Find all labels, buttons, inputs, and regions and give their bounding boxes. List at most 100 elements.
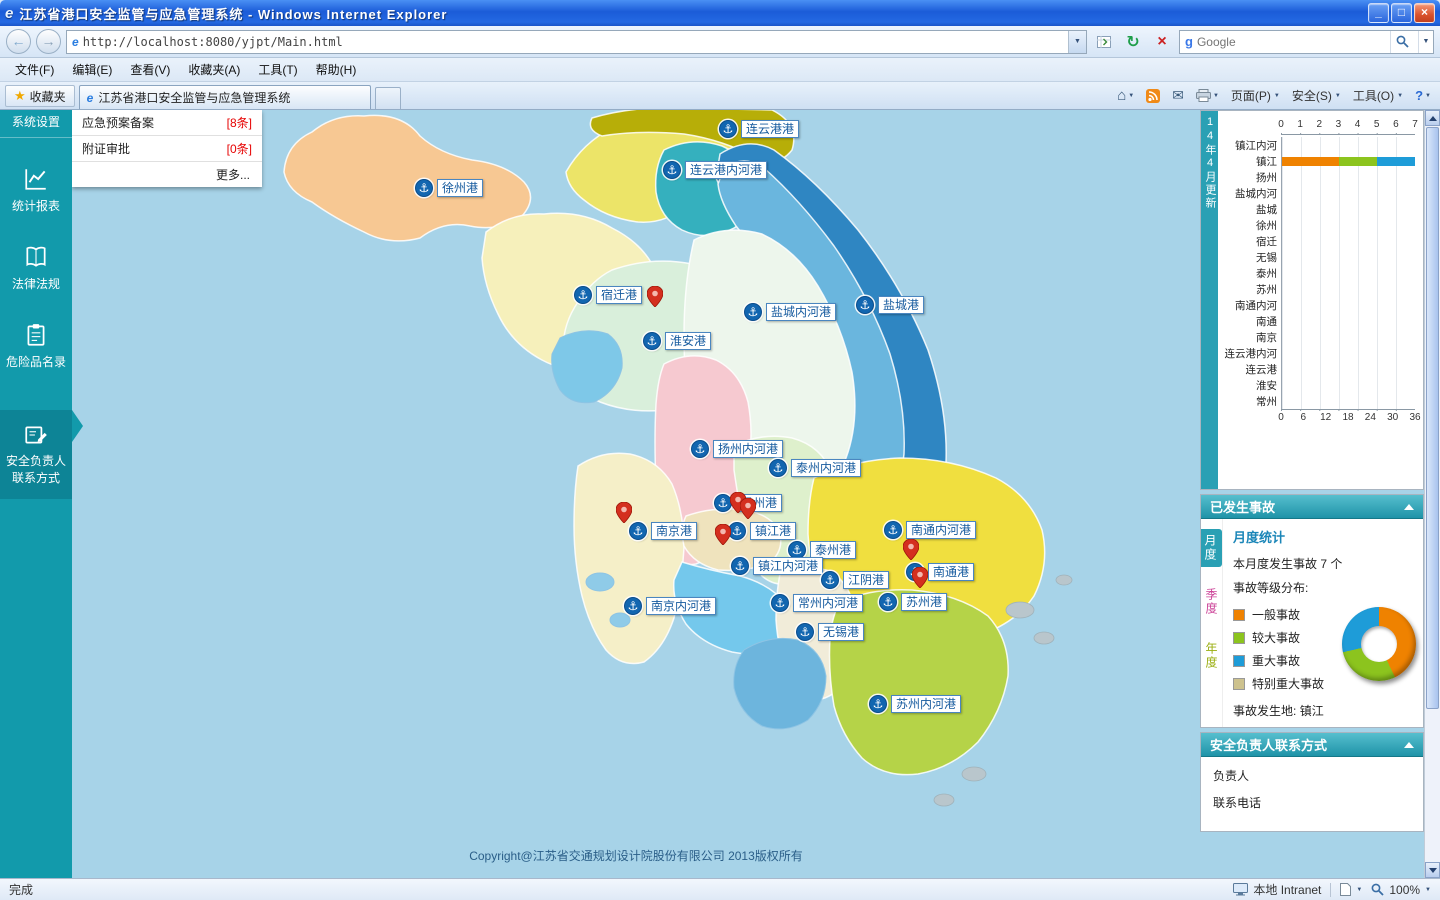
menu-item[interactable]: 文件(F): [6, 58, 63, 81]
menu-item[interactable]: 收藏夹(A): [179, 58, 249, 81]
accident-pin-icon[interactable]: [714, 523, 732, 550]
port-marker[interactable]: ⚓ 盐城内河港: [744, 303, 837, 321]
stop-button[interactable]: ×: [1150, 30, 1174, 54]
refresh-button[interactable]: ↻: [1121, 30, 1145, 54]
port-marker[interactable]: ⚓ 淮安港: [643, 332, 712, 350]
quick-row-certificate-approval[interactable]: 附证审批 [0条]: [72, 136, 262, 162]
page-mode-button[interactable]: ▼: [1340, 883, 1362, 896]
quick-row-emergency-plan[interactable]: 应急预案备案 [8条]: [72, 110, 262, 136]
search-button[interactable]: [1390, 30, 1414, 53]
port-marker[interactable]: ⚓ 连云港内河港: [663, 161, 768, 179]
print-button[interactable]: ▼: [1195, 89, 1219, 102]
search-input[interactable]: [1196, 34, 1386, 49]
tab-yearly[interactable]: 年度: [1200, 637, 1223, 675]
compatibility-view-button[interactable]: [1092, 30, 1116, 54]
map-area[interactable]: 应急预案备案 [8条] 附证审批 [0条] 更多... ⚓ 连云港港 ⚓ 连云港内河港…: [72, 110, 1200, 878]
right-panel: 14年4月更新 01234567 镇江内河 镇江 扬州 盐城内河 盐城 徐州 宿迁 无锡 泰州苏…: [1200, 110, 1424, 878]
url-input[interactable]: [82, 34, 1064, 49]
axis-tick-label: 30: [1387, 412, 1399, 423]
port-marker[interactable]: ⚓ 无锡港: [796, 623, 865, 641]
back-button[interactable]: ←: [6, 29, 31, 54]
contact-panel-title: 安全负责人联系方式: [1210, 738, 1328, 753]
port-marker[interactable]: ⚓ 扬州内河港: [691, 440, 784, 458]
port-marker[interactable]: ⚓ 徐州港: [415, 179, 484, 197]
scrollbar-thumb[interactable]: [1426, 127, 1439, 709]
scrollbar-track[interactable]: [1425, 126, 1440, 862]
accident-location: 事故发生地: 镇江: [1233, 702, 1324, 719]
port-marker[interactable]: ⚓ 苏州内河港: [869, 695, 962, 713]
new-tab-stub[interactable]: [374, 87, 401, 109]
zoom-control[interactable]: 100% ▼: [1371, 883, 1431, 897]
bar-segment: [1377, 156, 1415, 166]
feed-button[interactable]: [1146, 88, 1161, 103]
chart-category-label: 徐州: [1256, 219, 1277, 232]
home-button[interactable]: ⌂ ▼: [1117, 87, 1134, 104]
accident-pin-icon[interactable]: [739, 497, 757, 524]
port-marker[interactable]: ⚓ 常州内河港: [771, 594, 864, 612]
contact-panel-header[interactable]: 安全负责人联系方式: [1201, 733, 1423, 757]
menu-item[interactable]: 帮助(H): [307, 58, 366, 81]
help-button[interactable]: ? ▼: [1415, 88, 1431, 103]
accident-panel-header[interactable]: 已发生事故: [1201, 495, 1423, 519]
chart-row: 泰州: [1218, 265, 1423, 281]
port-marker[interactable]: ⚓ 南京内河港: [624, 597, 717, 615]
favorites-button[interactable]: ★ 收藏夹: [5, 85, 75, 107]
port-marker[interactable]: ⚓ 镇江内河港: [731, 557, 824, 575]
anchor-icon: ⚓: [769, 459, 787, 477]
accident-pin-icon[interactable]: [615, 501, 633, 528]
scroll-down-button[interactable]: [1425, 862, 1440, 878]
sidebar-item-statistics[interactable]: 统计报表: [0, 166, 72, 214]
port-marker[interactable]: ⚓ 连云港港: [719, 120, 800, 138]
browser-window: e 江苏省港口安全监管与应急管理系统 - Windows Internet Ex…: [0, 0, 1440, 900]
maximize-button[interactable]: □: [1391, 3, 1412, 23]
toolbar-button[interactable]: 安全(S) ▼: [1292, 87, 1341, 104]
mail-button[interactable]: ✉: [1172, 87, 1184, 104]
sidebar-item-safety-contacts[interactable]: 安全负责人 联系方式: [0, 410, 72, 499]
menu-item[interactable]: 编辑(E): [63, 58, 121, 81]
arrow-down-icon: [1428, 867, 1437, 873]
menu-item[interactable]: 工具(T): [249, 58, 306, 81]
axis-tick-label: 12: [1320, 412, 1332, 423]
quick-row-count: [8条]: [226, 116, 252, 130]
magnifier-icon: [1396, 35, 1409, 48]
port-marker[interactable]: ⚓ 盐城港: [856, 296, 925, 314]
axis-tick-label: 1: [1297, 119, 1303, 130]
search-dropdown[interactable]: ▼: [1418, 30, 1433, 53]
port-marker[interactable]: ⚓ 南通内河港: [884, 521, 977, 539]
quick-more-link[interactable]: 更多...: [72, 162, 262, 187]
port-label: 盐城港: [878, 296, 925, 314]
port-marker[interactable]: ⚓ 江阴港: [821, 571, 890, 589]
port-marker[interactable]: ⚓ 宿迁港: [574, 286, 643, 304]
chart-bar-track: [1281, 153, 1415, 169]
sidebar-collapse-handle[interactable]: [72, 410, 83, 442]
active-tab[interactable]: e 江苏省港口安全监管与应急管理系统: [78, 85, 371, 109]
chart-category-label: 淮安: [1256, 379, 1277, 392]
toolbar-button[interactable]: 页面(P) ▼: [1231, 87, 1280, 104]
chart-row: 镇江内河: [1218, 137, 1423, 153]
tab-monthly[interactable]: 月度: [1201, 529, 1222, 567]
accident-pin-icon[interactable]: [902, 538, 920, 565]
sidebar-item-dangerous-goods[interactable]: 危险品名录: [0, 322, 72, 370]
collapse-chevron-icon[interactable]: [1404, 503, 1414, 510]
accident-panel-title: 已发生事故: [1210, 500, 1276, 515]
toolbar-button[interactable]: 工具(O) ▼: [1353, 87, 1403, 104]
compatibility-icon: [1097, 35, 1111, 48]
sidebar-item-laws[interactable]: 法律法规: [0, 244, 72, 292]
minimize-button[interactable]: _: [1368, 3, 1389, 23]
port-label: 南通港: [928, 563, 975, 581]
accident-pin-icon[interactable]: [646, 285, 664, 312]
zoom-level: 100%: [1389, 882, 1421, 897]
vertical-scrollbar[interactable]: [1424, 110, 1440, 878]
accident-pin-icon[interactable]: [911, 566, 929, 593]
collapse-chevron-icon[interactable]: [1404, 741, 1414, 748]
scroll-up-button[interactable]: [1425, 110, 1440, 126]
forward-button[interactable]: →: [36, 29, 61, 54]
close-button[interactable]: ×: [1414, 3, 1435, 23]
menu-item[interactable]: 查看(V): [121, 58, 179, 81]
port-marker[interactable]: ⚓ 苏州港: [879, 593, 948, 611]
port-marker[interactable]: ⚓ 泰州内河港: [769, 459, 862, 477]
chart-category-label: 南京: [1256, 331, 1277, 344]
sidebar-item-system-settings[interactable]: 系统设置: [0, 110, 72, 138]
tab-quarterly[interactable]: 季度: [1200, 583, 1223, 621]
url-dropdown[interactable]: ▼: [1068, 30, 1086, 53]
